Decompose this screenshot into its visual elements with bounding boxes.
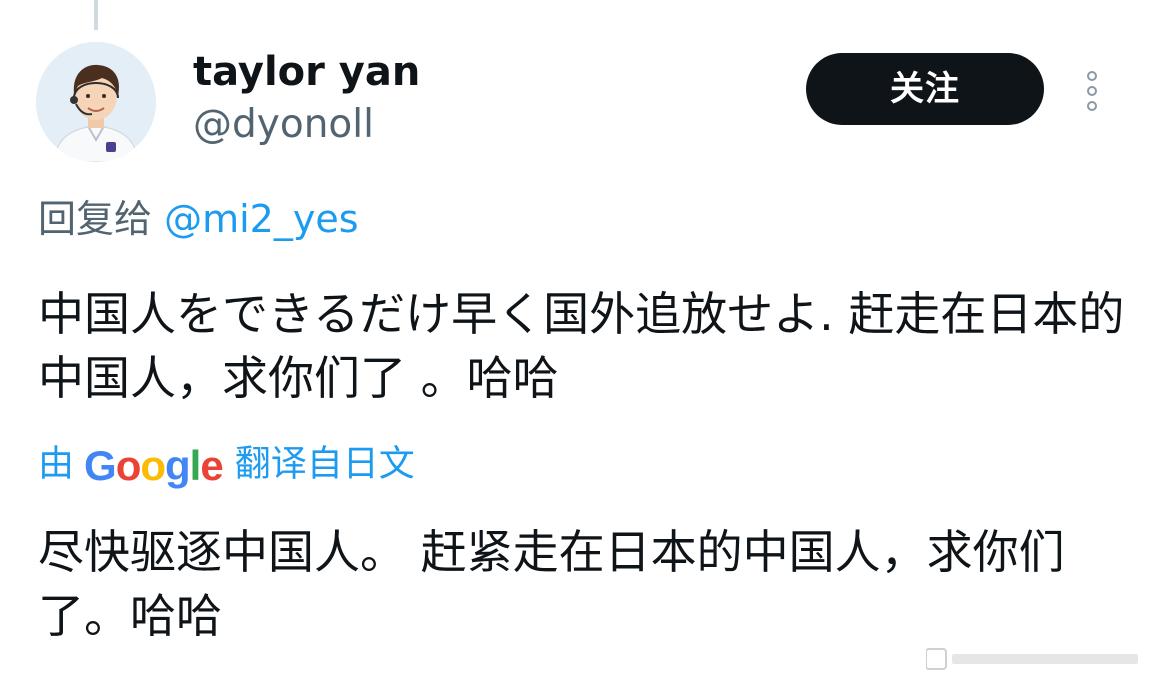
reply-mention-link[interactable]: @mi2_yes: [164, 197, 358, 241]
author-name[interactable]: taylor yan: [193, 46, 420, 98]
author-handle[interactable]: @dyonoll: [193, 100, 374, 150]
google-logo: Google: [84, 441, 224, 489]
avatar[interactable]: [36, 42, 156, 162]
reply-prefix: 回复给: [38, 197, 153, 241]
avatar-person-icon: [36, 42, 156, 162]
watermark-logo: [925, 648, 1140, 670]
reply-context: 回复给 @mi2_yes: [38, 193, 359, 245]
translation-by-label: 由: [38, 443, 75, 485]
translated-text: 尽快驱逐中国人。 赶紧走在日本的中国人，求你们了。哈哈: [38, 525, 1065, 643]
translation-from-label: 翻译自日文: [234, 443, 415, 485]
more-options-button[interactable]: [1078, 68, 1106, 114]
tweet-card: taylor yan @dyonoll 关注 回复给 @mi2_yes 中国人を…: [0, 0, 1152, 682]
thread-connector-line: [94, 0, 98, 30]
tweet-text: 中国人をできるだけ早く国外追放せよ. 赶走在日本的中国人，求你们了 。哈哈: [38, 287, 1125, 405]
translation-attribution[interactable]: 由 Google 翻译自日文: [38, 435, 415, 491]
more-vertical-icon: [1087, 71, 1097, 111]
follow-button[interactable]: 关注: [806, 53, 1044, 125]
